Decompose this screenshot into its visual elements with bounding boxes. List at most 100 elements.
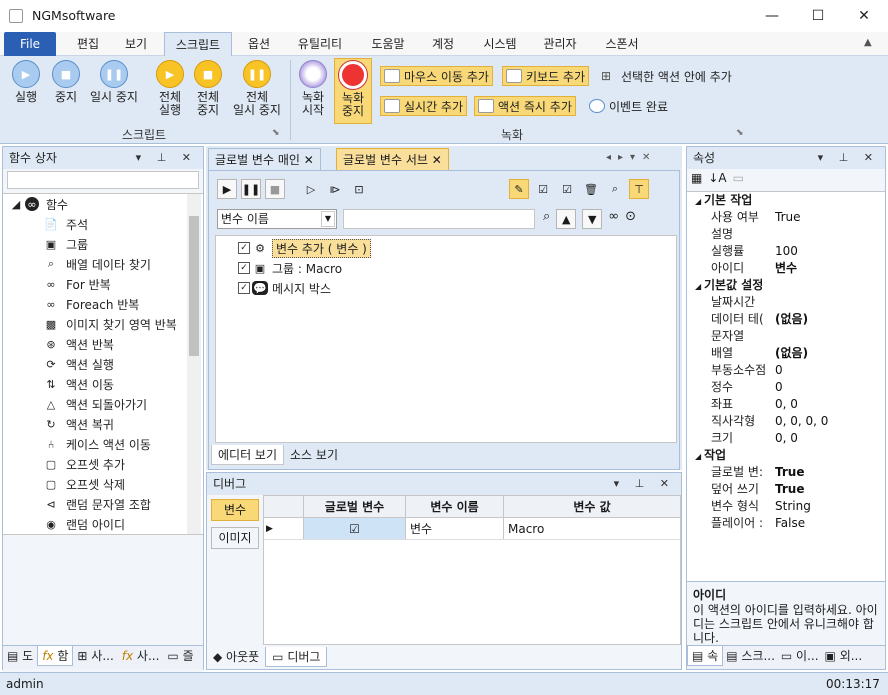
categorized-icon[interactable]: ▦ (691, 171, 702, 189)
tree-icon[interactable]: ⊤ (629, 179, 649, 199)
property-category[interactable]: ◢ 기본 작업 (687, 192, 885, 209)
tab-scripts[interactable]: ▤ 스크... (723, 646, 778, 666)
property-row[interactable]: 덮어 쓰기 True (687, 481, 885, 498)
tab-sponsor[interactable]: 스폰서 (594, 32, 650, 56)
tab-account[interactable]: 계정 (420, 32, 466, 56)
function-item[interactable]: ∞ Foreach 반복 (3, 294, 203, 314)
checkbox-checked-icon[interactable]: ✓ (238, 242, 250, 254)
property-category[interactable]: ◢ 작업 (687, 447, 885, 464)
tab-do[interactable]: ▤ 도 (3, 646, 37, 666)
sort-alpha-icon[interactable]: ↓A (708, 171, 726, 189)
script-node-group[interactable]: ✓ ▣ 그룹 : Macro (238, 258, 342, 278)
property-value[interactable]: 0, 0 (771, 396, 885, 413)
table-row[interactable]: ▶ ☑ 변수 Macro (264, 518, 680, 540)
search-icon[interactable]: ⌕ (543, 209, 550, 229)
tab-system[interactable]: 시스템 (472, 32, 528, 56)
panel-controls-icon[interactable]: ▾ ⊥ ✕ (818, 147, 879, 169)
tab-favorites[interactable]: ▭ 즐 (163, 646, 197, 666)
dialog-launcher-icon[interactable]: ⬊ (272, 128, 280, 138)
property-value[interactable]: True (771, 464, 885, 481)
tree-root[interactable]: ◢ ∞ 함수 (3, 194, 203, 214)
checkbox-checked-icon[interactable]: ☑ (533, 179, 553, 199)
property-row[interactable]: 배열 (없음) (687, 345, 885, 362)
property-value[interactable]: False (771, 515, 885, 532)
property-row[interactable]: 플레이어 : False (687, 515, 885, 532)
arrow-down-icon[interactable]: ▼ (582, 209, 603, 229)
function-tree-scrollbar[interactable] (187, 194, 201, 534)
tab-functions[interactable]: fx 함 (37, 646, 74, 666)
property-value[interactable]: 0 (771, 362, 885, 379)
chevron-down-icon[interactable]: ▼ (321, 211, 335, 227)
tab-output[interactable]: ◆ 아웃풋 (207, 647, 265, 667)
tab-script[interactable]: 스크립트 (164, 32, 232, 57)
panel-controls-icon[interactable]: ▾ ⊥ ✕ (136, 147, 197, 169)
add-mouse-move-button[interactable]: 마우스 이동 추가 (380, 66, 493, 86)
tab-editor-view[interactable]: 에디터 보기 (211, 445, 285, 465)
property-value[interactable]: 0, 0 (771, 430, 885, 447)
tab-options[interactable]: 옵션 (236, 32, 282, 56)
property-row[interactable]: 정수 0 (687, 379, 885, 396)
var-select[interactable]: 변수 이름 ▼ (217, 209, 337, 229)
collapse-ribbon-icon[interactable]: ▲ (864, 37, 872, 48)
function-item[interactable]: ∞ For 반복 (3, 274, 203, 294)
event-complete-button[interactable]: 이벤트 완료 (586, 96, 671, 116)
function-item[interactable]: △ 액션 되돌아가기 (3, 394, 203, 414)
property-row[interactable]: 날짜시간 (687, 294, 885, 311)
tab-properties[interactable]: ▤ 속 (687, 646, 724, 666)
expand-icon[interactable]: ◢ (11, 197, 21, 211)
minimize-button[interactable]: — (749, 0, 795, 32)
scrollbar-thumb[interactable] (189, 216, 199, 356)
function-item[interactable]: ▩ 이미지 찾기 영역 반복 (3, 314, 203, 334)
tab-sa1[interactable]: ⊞ 사... (73, 646, 117, 666)
tab-help[interactable]: 도움말 (360, 32, 416, 56)
debug-images-button[interactable]: 이미지 (211, 527, 259, 549)
script-node-message-box[interactable]: ✓ 💬 메시지 박스 (238, 278, 331, 298)
add-realtime-button[interactable]: 실시간 추가 (380, 96, 468, 116)
play-icon[interactable]: ▶ (217, 179, 237, 199)
add-into-selected-button[interactable]: ⊞ 선택한 액션 안에 추가 (598, 66, 735, 86)
property-row[interactable]: 부동소수점 0 (687, 362, 885, 379)
property-category[interactable]: ◢ 기본값 설정 (687, 277, 885, 294)
add-keyboard-button[interactable]: 키보드 추가 (502, 66, 590, 86)
function-item[interactable]: ▢ 오프셋 삭제 (3, 474, 203, 494)
record-stop-button[interactable]: 녹화 중지 (334, 58, 372, 124)
debug-variables-button[interactable]: 변수 (211, 499, 259, 521)
checkbox-checked-icon[interactable]: ✓ (238, 262, 250, 274)
function-item[interactable]: ⑃ 케이스 액션 이동 (3, 434, 203, 454)
dialog-launcher-icon[interactable]: ⬊ (736, 128, 744, 138)
function-item[interactable]: ▢ 오프셋 추가 (3, 454, 203, 474)
close-button[interactable]: ✕ (841, 0, 887, 32)
more-icon[interactable]: ⊙ (625, 209, 636, 229)
pause-button[interactable]: ❚❚ 일시 중지 (86, 60, 142, 104)
property-row[interactable]: 직사각형 0, 0, 0, 0 (687, 413, 885, 430)
pause-icon[interactable]: ❚❚ (241, 179, 261, 199)
panel-controls-icon[interactable]: ▾ ⊥ ✕ (614, 473, 675, 495)
tab-source-view[interactable]: 소스 보기 (284, 445, 344, 465)
property-value[interactable] (771, 328, 885, 345)
tab-utility[interactable]: 유틸리티 (286, 32, 354, 56)
function-item[interactable]: 📄 주석 (3, 214, 203, 234)
property-value[interactable] (771, 226, 885, 243)
close-icon[interactable]: ✕ (432, 153, 442, 167)
property-row[interactable]: 사용 여부 True (687, 209, 885, 226)
property-row[interactable]: 데이터 테((없음) (687, 311, 885, 328)
function-item[interactable]: ⌕ 배열 데이타 찾기 (3, 254, 203, 274)
property-value[interactable]: String (771, 498, 885, 515)
function-item[interactable]: ⟳ 액션 실행 (3, 354, 203, 374)
tab-view[interactable]: 보기 (114, 32, 158, 56)
tab-debug[interactable]: ▭ 디버그 (265, 647, 328, 667)
tab-external[interactable]: ▣ 외... (822, 646, 866, 666)
step-icon[interactable]: ▷ (301, 179, 321, 199)
step-over-icon[interactable]: ⧐ (325, 179, 345, 199)
edit-icon[interactable]: ✎ (509, 179, 529, 199)
property-value[interactable]: 변수 (771, 260, 885, 277)
function-item[interactable]: ⊲ 랜덤 문자열 조합 (3, 494, 203, 514)
doc-tab-global-main[interactable]: 글로벌 변수 매인 ✕ (208, 148, 321, 170)
property-row[interactable]: 좌표 0, 0 (687, 396, 885, 413)
var-value-cell[interactable]: Macro (504, 518, 680, 539)
function-search-input[interactable] (7, 171, 199, 189)
tab-edit[interactable]: 편집 (64, 32, 112, 56)
property-row[interactable]: 글로벌 변: True (687, 464, 885, 481)
stop-icon[interactable]: ■ (265, 179, 285, 199)
collapse-icon[interactable]: ◢ (695, 197, 704, 206)
